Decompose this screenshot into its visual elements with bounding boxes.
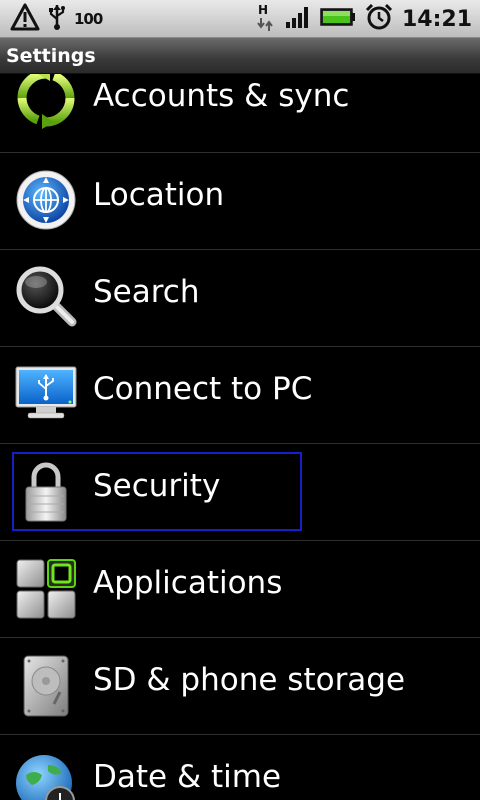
settings-item-label: Location [93,177,225,213]
settings-list[interactable]: Accounts & sync Location Search Connect … [0,74,480,800]
globe-compass-icon [14,168,78,232]
network-type-label: H [257,3,269,17]
settings-item-label: Connect to PC [93,371,313,407]
alarm-clock-icon [365,3,393,35]
settings-item-label: SD & phone storage [93,662,406,698]
data-activity-icon: H [254,3,276,34]
magnifier-icon [14,264,78,328]
settings-item-accounts-sync[interactable]: Accounts & sync [0,74,480,153]
settings-item-location[interactable]: Location [0,153,480,250]
settings-item-sd-phone-storage[interactable]: SD & phone storage [0,638,480,735]
settings-item-label: Accounts & sync [93,78,350,114]
monitor-usb-icon [14,361,78,425]
settings-item-security[interactable]: Security [0,444,480,541]
title-bar: Settings [0,38,480,74]
settings-item-label: Security [93,468,221,504]
warning-icon [10,3,40,35]
settings-item-label: Applications [93,565,283,601]
sync-arrows-icon [14,74,78,130]
settings-item-label: Search [93,274,200,310]
status-bar[interactable]: 100 H 14:21 [0,0,480,38]
app-grid-icon [14,557,78,621]
globe-clock-icon [14,751,78,800]
hard-drive-icon [14,654,78,718]
settings-item-connect-to-pc[interactable]: Connect to PC [0,347,480,444]
battery-percent-text: 100 [74,10,103,28]
battery-icon [320,7,356,31]
signal-strength-icon [285,5,311,33]
settings-item-applications[interactable]: Applications [0,541,480,638]
padlock-icon [14,460,78,524]
settings-item-label: Date & time [93,759,282,795]
settings-item-search[interactable]: Search [0,250,480,347]
status-time: 14:21 [401,6,472,32]
usb-icon [48,3,66,35]
settings-item-date-time[interactable]: Date & time [0,735,480,800]
page-title: Settings [6,45,96,67]
